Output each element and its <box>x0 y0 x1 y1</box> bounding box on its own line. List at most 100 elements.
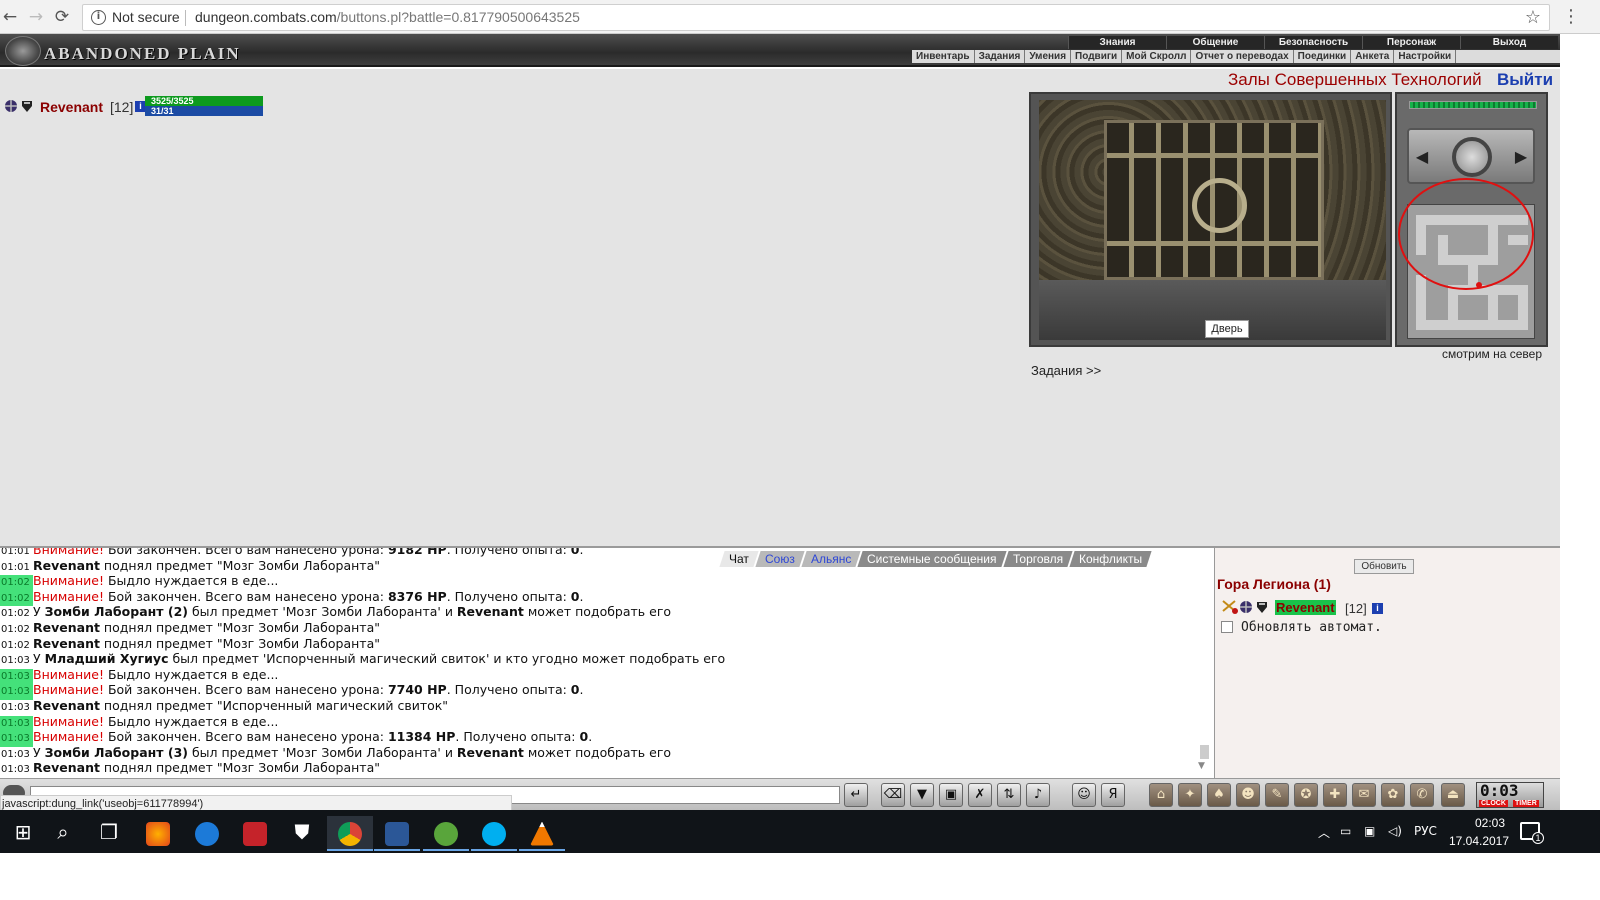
chat-text: . <box>579 588 584 604</box>
language-indicator[interactable]: РУС <box>1414 824 1437 838</box>
chat-scrollbar[interactable]: ▼ <box>1198 743 1211 775</box>
smiley-icon[interactable]: ☺ <box>1072 783 1096 807</box>
clear-icon[interactable]: ⌫ <box>881 783 905 807</box>
news-app-icon[interactable] <box>232 816 278 851</box>
quests-link[interactable]: Задания >> <box>1031 363 1101 378</box>
top-menu-item-exit[interactable]: Выход <box>1460 36 1558 49</box>
potion-icon[interactable]: ♠ <box>1207 783 1231 807</box>
browser-menu-icon[interactable]: ⋮ <box>1562 6 1580 27</box>
sub-menu-profile[interactable]: Анкета <box>1351 50 1395 63</box>
chat-timestamp[interactable]: 01:03 <box>0 762 33 778</box>
search-icon[interactable]: ⌕ <box>40 816 86 851</box>
top-menu-item-security[interactable]: Безопасность <box>1264 36 1362 49</box>
group-icon[interactable]: ✿ <box>1381 783 1405 807</box>
message-icon[interactable]: ✆ <box>1410 783 1434 807</box>
store-icon[interactable]: ⛊ <box>279 816 325 851</box>
translit-icon[interactable]: Я <box>1101 783 1125 807</box>
tab-alliance[interactable]: Альянс <box>801 551 861 567</box>
clock-label[interactable]: CLOCK <box>1479 800 1508 807</box>
timer-label[interactable]: TIMER <box>1513 800 1539 807</box>
tab-union[interactable]: Союз <box>755 551 805 567</box>
map-corridor <box>1488 295 1498 320</box>
network-icon[interactable]: ▣ <box>1364 824 1375 838</box>
sub-menu-settings[interactable]: Настройки <box>1394 50 1457 63</box>
chrome-icon[interactable] <box>327 816 373 851</box>
back-icon[interactable]: ← <box>0 7 20 27</box>
battery-icon[interactable]: ▭ <box>1340 824 1351 838</box>
word-icon[interactable] <box>374 816 420 851</box>
mask-icon[interactable]: ✪ <box>1294 783 1318 807</box>
chat-text: поднял предмет "Мозг Зомби Лаборанта" <box>99 760 380 776</box>
tab-system-messages[interactable]: Системные сообщения <box>857 551 1007 567</box>
pet-icon[interactable]: ☻ <box>1236 783 1260 807</box>
forward-wheel-icon[interactable] <box>1452 137 1492 177</box>
chat-text: . <box>579 546 584 557</box>
top-menu-item-knowledge[interactable]: Знания <box>1068 36 1166 49</box>
turn-left-icon[interactable]: ◀ <box>1411 146 1433 168</box>
top-menu-item-character[interactable]: Персонаж <box>1362 36 1460 49</box>
chat-bold-text: Revenant <box>456 744 524 760</box>
volume-icon[interactable]: ◁) <box>1388 824 1402 838</box>
edge-icon[interactable] <box>184 816 230 851</box>
sub-menu-skills[interactable]: Умения <box>1025 50 1072 63</box>
player-name[interactable]: Revenant <box>40 99 103 115</box>
sub-menu-transfers[interactable]: Отчет о переводах <box>1191 50 1294 63</box>
chat-message: 01:03 Внимание! Бой закончен. Всего вам н… <box>0 729 1195 747</box>
chat-text: У <box>33 604 45 620</box>
door-object[interactable] <box>1104 120 1324 280</box>
door-ring <box>1192 178 1247 233</box>
online-user-name[interactable]: Revenant <box>1275 600 1336 615</box>
scroll-down-icon[interactable]: ▼ <box>1198 761 1205 771</box>
reload-icon[interactable]: ⟳ <box>52 7 72 27</box>
chat-bold-text: 0 <box>570 588 580 604</box>
tab-chat[interactable]: Чат <box>719 551 759 567</box>
hide-icon[interactable]: ✗ <box>968 783 992 807</box>
tab-trade[interactable]: Торговля <box>1003 551 1073 567</box>
sub-menu-inventory[interactable]: Инвентарь <box>912 50 975 63</box>
utorrent-icon[interactable] <box>423 816 469 851</box>
auto-refresh-checkbox[interactable] <box>1221 621 1233 633</box>
firefox-icon[interactable] <box>135 816 181 851</box>
exit-door-icon[interactable]: ⏏ <box>1441 783 1465 807</box>
filter-icon[interactable]: ▼ <box>910 783 934 807</box>
forward-icon[interactable]: → <box>26 7 46 27</box>
save-log-icon[interactable]: ▣ <box>939 783 963 807</box>
magic-icon[interactable]: ✦ <box>1178 783 1202 807</box>
facing-direction: смотрим на север <box>1442 347 1543 361</box>
exit-link[interactable]: Выйти <box>1497 70 1553 90</box>
top-menu-item-communication[interactable]: Общение <box>1166 36 1264 49</box>
refresh-button[interactable]: Обновить <box>1354 559 1414 574</box>
skype-icon[interactable] <box>471 816 517 851</box>
annotation-circle <box>1398 178 1534 290</box>
sub-menu-achievements[interactable]: Подвиги <box>1071 50 1123 63</box>
task-view-icon[interactable]: ❐ <box>86 816 132 851</box>
tray-chevron-icon[interactable]: ︿ <box>1318 824 1330 841</box>
tab-conflicts[interactable]: Конфликты <box>1069 551 1152 567</box>
chat-warning: Внимание! <box>33 729 104 745</box>
online-user-info-icon[interactable]: i <box>1372 603 1383 614</box>
sound-icon[interactable]: ♪ <box>1026 783 1050 807</box>
map-corridor <box>1416 320 1528 330</box>
info-icon[interactable]: i <box>91 10 106 25</box>
notifications-icon[interactable]: 1 <box>1520 822 1544 844</box>
sub-menu-fights[interactable]: Поединки <box>1294 50 1352 63</box>
vlc-icon[interactable] <box>519 816 565 851</box>
crosshair-icon[interactable]: ✚ <box>1323 783 1347 807</box>
scroll-thumb[interactable] <box>1200 745 1209 759</box>
gift-icon[interactable]: ✉ <box>1352 783 1376 807</box>
sub-menu-my-scroll[interactable]: Мой Скролл <box>1122 50 1192 63</box>
turn-right-icon[interactable]: ▶ <box>1510 146 1532 168</box>
send-icon[interactable]: ↵ <box>844 783 868 807</box>
tray-date[interactable]: 17.04.2017 <box>1447 834 1511 848</box>
game-clock[interactable]: 0:03 CLOCK TIMER <box>1476 781 1544 808</box>
tray-time[interactable]: 02:03 <box>1460 816 1520 830</box>
lock-icon[interactable]: ⌂ <box>1149 783 1173 807</box>
top-menu: Знания Общение Безопасность Персонаж Вых… <box>1068 36 1558 49</box>
scroll-icon[interactable]: ✎ <box>1265 783 1289 807</box>
sort-icon[interactable]: ⇅ <box>997 783 1021 807</box>
address-bar[interactable]: i Not secure dungeon.combats.com/buttons… <box>82 4 1550 31</box>
sub-menu-quests[interactable]: Задания <box>975 50 1026 63</box>
chat-area: 01:01 Внимание! Бой закончен. Всего вам н… <box>0 546 1215 778</box>
chat-tabs: Чат Союз Альянс Системные сообщения Торг… <box>719 551 1152 567</box>
bookmark-star-icon[interactable]: ☆ <box>1525 5 1541 30</box>
